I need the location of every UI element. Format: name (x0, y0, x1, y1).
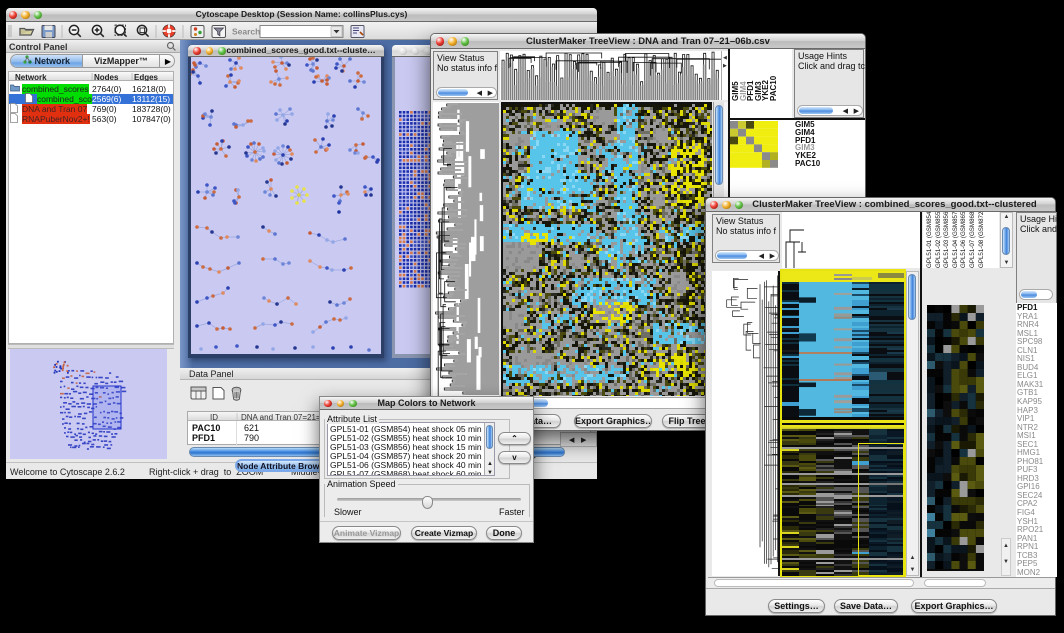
svg-text:Search:: Search: (232, 27, 263, 37)
